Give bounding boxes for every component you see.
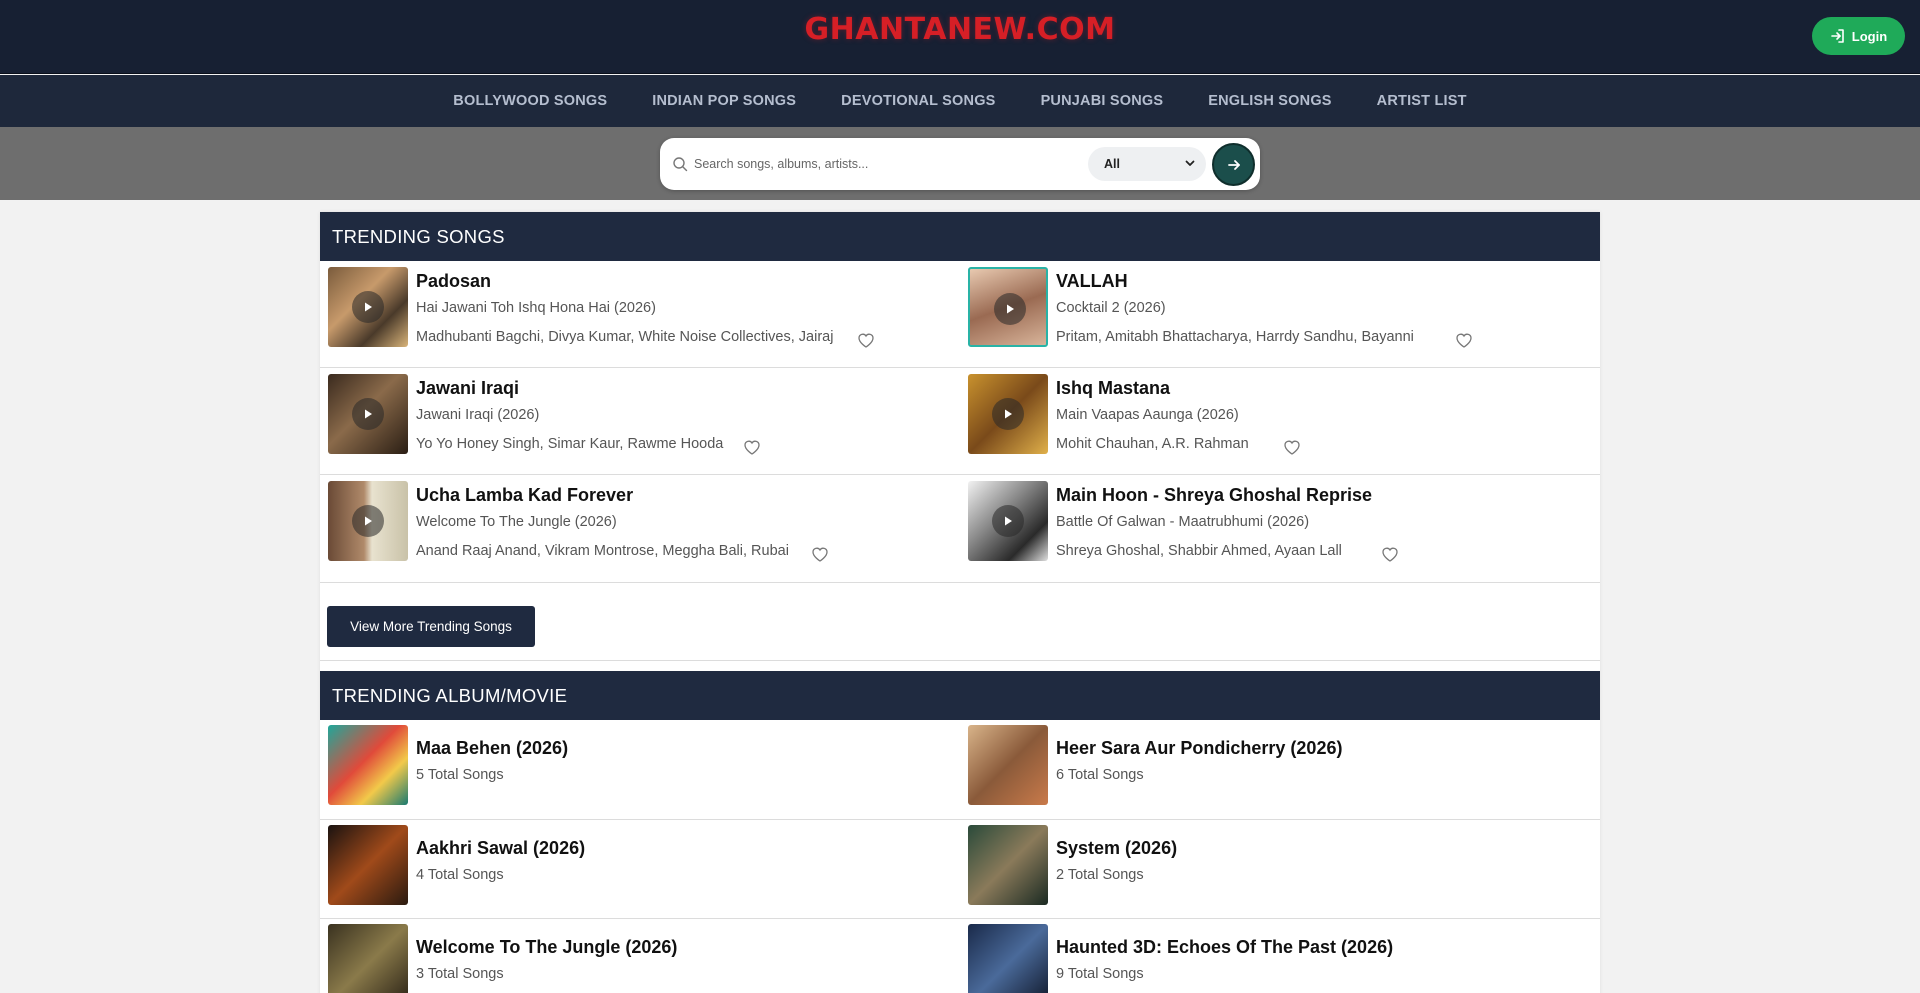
album-song-count: 4 Total Songs <box>416 867 504 883</box>
album-thumbnail <box>968 725 1048 805</box>
song-title[interactable]: Ucha Lamba Kad Forever <box>416 485 633 506</box>
album-item[interactable]: Haunted 3D: Echoes Of The Past (2026) 9 … <box>960 919 1580 993</box>
song-album[interactable]: Main Vaapas Aaunga (2026) <box>1056 407 1239 423</box>
heart-icon[interactable] <box>1454 331 1474 349</box>
song-item[interactable]: Padosan Hai Jawani Toh Ishq Hona Hai (20… <box>320 261 940 359</box>
album-song-count: 2 Total Songs <box>1056 867 1144 883</box>
song-artists: Anand Raaj Anand, Vikram Montrose, Meggh… <box>416 543 789 559</box>
album-thumbnail <box>968 924 1048 993</box>
song-thumbnail <box>968 267 1048 347</box>
chevron-down-icon <box>1185 160 1195 166</box>
album-thumbnail <box>968 825 1048 905</box>
song-item[interactable]: Ishq Mastana Main Vaapas Aaunga (2026) M… <box>960 368 1580 466</box>
song-artists: Shreya Ghoshal, Shabbir Ahmed, Ayaan Lal… <box>1056 543 1342 559</box>
song-artists: Yo Yo Honey Singh, Simar Kaur, Rawme Hoo… <box>416 436 724 452</box>
play-icon[interactable] <box>992 398 1024 430</box>
album-title[interactable]: Haunted 3D: Echoes Of The Past (2026) <box>1056 937 1393 958</box>
nav-devotional-songs[interactable]: DEVOTIONAL SONGS <box>841 93 995 109</box>
song-album[interactable]: Battle Of Galwan - Maatrubhumi (2026) <box>1056 514 1309 530</box>
main-nav: BOLLYWOOD SONGS INDIAN POP SONGS DEVOTIO… <box>0 75 1920 127</box>
content-panel: TRENDING SONGS Padosan Hai Jawani Toh Is… <box>320 212 1600 993</box>
album-item[interactable]: Maa Behen (2026) 5 Total Songs <box>320 720 940 818</box>
heart-icon[interactable] <box>1282 438 1302 456</box>
song-artists: Madhubanti Bagchi, Divya Kumar, White No… <box>416 329 834 345</box>
song-thumbnail <box>968 481 1048 561</box>
song-item[interactable]: Main Hoon - Shreya Ghoshal Reprise Battl… <box>960 475 1580 573</box>
album-title[interactable]: System (2026) <box>1056 838 1177 859</box>
song-thumbnail <box>968 374 1048 454</box>
album-song-count: 5 Total Songs <box>416 767 504 783</box>
album-title[interactable]: Heer Sara Aur Pondicherry (2026) <box>1056 738 1342 759</box>
album-title[interactable]: Aakhri Sawal (2026) <box>416 838 585 859</box>
search-submit-button[interactable] <box>1212 143 1255 186</box>
heart-icon[interactable] <box>742 438 762 456</box>
nav-english-songs[interactable]: ENGLISH SONGS <box>1208 93 1331 109</box>
album-item[interactable]: System (2026) 2 Total Songs <box>960 820 1580 918</box>
song-title[interactable]: Padosan <box>416 271 491 292</box>
play-icon[interactable] <box>994 293 1026 325</box>
play-icon[interactable] <box>352 505 384 537</box>
login-button[interactable]: Login <box>1812 17 1905 55</box>
album-thumbnail <box>328 825 408 905</box>
song-album[interactable]: Jawani Iraqi (2026) <box>416 407 539 423</box>
song-title[interactable]: Ishq Mastana <box>1056 378 1170 399</box>
search-icon <box>673 157 688 172</box>
album-song-count: 6 Total Songs <box>1056 767 1144 783</box>
song-thumbnail <box>328 481 408 561</box>
song-title[interactable]: VALLAH <box>1056 271 1128 292</box>
album-thumbnail <box>328 924 408 993</box>
song-thumbnail <box>328 374 408 454</box>
heart-icon[interactable] <box>810 545 830 563</box>
arrow-right-icon <box>1227 159 1240 170</box>
song-title[interactable]: Main Hoon - Shreya Ghoshal Reprise <box>1056 485 1372 506</box>
song-item[interactable]: Ucha Lamba Kad Forever Welcome To The Ju… <box>320 475 940 573</box>
row-divider <box>320 582 1600 583</box>
album-item[interactable]: Welcome To The Jungle (2026) 3 Total Son… <box>320 919 940 993</box>
login-label: Login <box>1851 28 1888 44</box>
song-thumbnail <box>328 267 408 347</box>
nav-artist-list[interactable]: ARTIST LIST <box>1377 93 1467 109</box>
album-song-count: 3 Total Songs <box>416 966 504 982</box>
album-title[interactable]: Welcome To The Jungle (2026) <box>416 937 677 958</box>
album-item[interactable]: Aakhri Sawal (2026) 4 Total Songs <box>320 820 940 918</box>
album-title[interactable]: Maa Behen (2026) <box>416 738 568 759</box>
song-item[interactable]: Jawani Iraqi Jawani Iraqi (2026) Yo Yo H… <box>320 368 940 466</box>
trending-songs-heading: TRENDING SONGS <box>320 212 1600 261</box>
song-title[interactable]: Jawani Iraqi <box>416 378 519 399</box>
search-category-select[interactable]: All <box>1088 147 1206 181</box>
album-thumbnail <box>328 725 408 805</box>
song-artists: Mohit Chauhan, A.R. Rahman <box>1056 436 1249 452</box>
album-item[interactable]: Heer Sara Aur Pondicherry (2026) 6 Total… <box>960 720 1580 818</box>
top-header: GHANTANEW.COM Login <box>0 0 1920 74</box>
song-album[interactable]: Cocktail 2 (2026) <box>1056 300 1166 316</box>
search-category-value: All <box>1104 157 1120 171</box>
search-input[interactable] <box>694 150 1034 178</box>
nav-punjabi-songs[interactable]: PUNJABI SONGS <box>1041 93 1164 109</box>
song-item[interactable]: VALLAH Cocktail 2 (2026) Pritam, Amitabh… <box>960 261 1580 359</box>
search-bar: All <box>660 138 1260 190</box>
view-more-trending-songs-button[interactable]: View More Trending Songs <box>327 606 535 647</box>
nav-indian-pop-songs[interactable]: INDIAN POP SONGS <box>652 93 796 109</box>
play-icon[interactable] <box>352 291 384 323</box>
play-icon[interactable] <box>992 505 1024 537</box>
site-logo[interactable]: GHANTANEW.COM <box>0 12 1920 47</box>
login-icon <box>1830 29 1844 43</box>
song-album[interactable]: Welcome To The Jungle (2026) <box>416 514 617 530</box>
heart-icon[interactable] <box>1380 545 1400 563</box>
nav-bollywood-songs[interactable]: BOLLYWOOD SONGS <box>453 93 607 109</box>
row-divider <box>320 660 1600 661</box>
song-artists: Pritam, Amitabh Bhattacharya, Harrdy San… <box>1056 329 1414 345</box>
song-album[interactable]: Hai Jawani Toh Ishq Hona Hai (2026) <box>416 300 656 316</box>
trending-albums-heading: TRENDING ALBUM/MOVIE <box>320 671 1600 720</box>
heart-icon[interactable] <box>856 331 876 349</box>
play-icon[interactable] <box>352 398 384 430</box>
album-song-count: 9 Total Songs <box>1056 966 1144 982</box>
